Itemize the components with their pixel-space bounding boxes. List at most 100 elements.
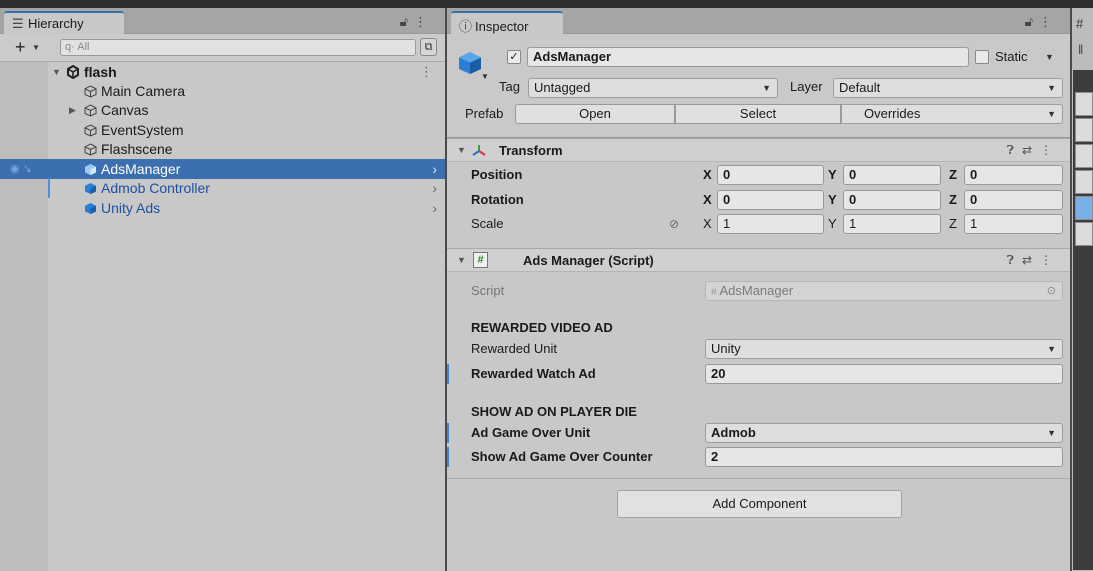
prefab-open-button[interactable]: Open — [515, 104, 675, 124]
modified-marker — [48, 178, 50, 198]
list-item-selected[interactable]: ◉ ↘ AdsManager › — [0, 159, 445, 179]
help-icon[interactable]: ❓︎ — [1007, 253, 1022, 267]
presets-icon[interactable]: ⇄ — [1022, 143, 1040, 157]
lock-icon[interactable]: 🔓︎ — [400, 14, 414, 29]
lock-icon[interactable]: 🔓︎ — [1025, 14, 1039, 29]
tag-dropdown[interactable]: Untagged ▼ — [528, 78, 778, 98]
scale-z-field[interactable]: 1 — [964, 214, 1063, 234]
gameobject-icon — [84, 104, 97, 117]
game-over-counter-field[interactable]: 2 — [705, 447, 1063, 467]
visibility-eye-icon[interactable]: ◉ ↘ — [10, 159, 32, 179]
info-icon: ⓘ — [459, 19, 473, 34]
kebab-menu-icon[interactable]: ⋮ — [420, 62, 433, 82]
expand-arrow-icon[interactable]: ▶ — [69, 100, 76, 120]
gameobject-icon — [84, 85, 97, 98]
game-over-unit-dropdown[interactable]: Admob ▼ — [705, 423, 1063, 443]
scene-tab-icon[interactable]: # — [1076, 16, 1083, 31]
list-icon: ☰ — [12, 16, 24, 31]
chevron-down-icon: ▼ — [762, 83, 771, 93]
axis-y-label[interactable]: Y — [828, 190, 837, 210]
object-header: ▼ ✓ AdsManager Static ▼ Tag Untagged ▼ La… — [447, 34, 1070, 138]
axis-z-label[interactable]: Z — [949, 165, 957, 185]
rotate-tool-button[interactable] — [1075, 144, 1093, 168]
prefab-icon — [85, 164, 96, 175]
axis-x-label[interactable]: X — [703, 190, 712, 210]
rewarded-unit-dropdown[interactable]: Unity ▼ — [705, 339, 1063, 359]
rewarded-unit-label: Rewarded Unit — [471, 341, 557, 356]
prefab-cube-icon[interactable] — [457, 50, 483, 76]
rewarded-watch-field[interactable]: 20 — [705, 364, 1063, 384]
chevron-down-icon[interactable]: ▼ — [32, 43, 40, 52]
prefab-overrides-dropdown[interactable]: Overrides ▼ — [841, 104, 1063, 124]
hierarchy-search-input[interactable]: q· All — [60, 39, 416, 56]
tab-hierarchy[interactable]: ☰ Hierarchy — [4, 11, 124, 35]
scale-y-field[interactable]: 1 — [843, 214, 941, 234]
scene-view-panel: # ‖ — [1072, 8, 1093, 571]
rotation-z-field[interactable]: 0 — [964, 190, 1063, 210]
component-divider — [447, 478, 1070, 479]
object-name-field[interactable]: AdsManager — [527, 47, 969, 67]
hierarchy-toolbar: + ▼ q· All ⧉ — [0, 34, 445, 62]
chevron-right-icon[interactable]: › — [432, 178, 437, 198]
axis-z-label[interactable]: Z — [949, 190, 957, 210]
script-component-header[interactable]: ▼ # Ads Manager (Script) ❓︎⇄⋮ — [447, 248, 1070, 272]
kebab-menu-icon[interactable]: ⋮ — [414, 14, 433, 29]
hand-tool-button[interactable] — [1075, 92, 1093, 116]
axis-x-label[interactable]: X — [703, 165, 712, 185]
axis-z-label[interactable]: Z — [949, 214, 957, 234]
foldout-arrow-icon[interactable]: ▼ — [457, 255, 466, 265]
toolbar-handle-icon[interactable]: ‖ — [1078, 42, 1083, 57]
chevron-right-icon[interactable]: › — [432, 198, 437, 218]
static-checkbox[interactable] — [975, 50, 989, 64]
search-options-icon[interactable]: ⧉ — [420, 38, 437, 56]
link-scale-icon[interactable]: ⊘ — [669, 214, 679, 234]
scene-name: flash — [84, 64, 117, 80]
tab-inspector[interactable]: ⓘ Inspector — [451, 11, 563, 35]
position-x-field[interactable]: 0 — [717, 165, 824, 185]
move-tool-button[interactable] — [1075, 118, 1093, 142]
rotation-y-field[interactable]: 0 — [843, 190, 941, 210]
section-header-rewarded: REWARDED VIDEO AD — [471, 320, 613, 335]
axis-x-label[interactable]: X — [703, 214, 712, 234]
chevron-down-icon[interactable]: ▼ — [481, 72, 489, 81]
kebab-menu-icon[interactable]: ⋮ — [1040, 143, 1060, 157]
presets-icon[interactable]: ⇄ — [1022, 253, 1040, 267]
add-object-button[interactable]: + — [15, 37, 26, 58]
help-icon[interactable]: ❓︎ — [1007, 143, 1022, 157]
list-item[interactable]: ▶ Canvas — [0, 100, 445, 120]
inspector-tab-tools: 🔓︎⋮ — [1025, 14, 1058, 30]
position-z-field[interactable]: 0 — [964, 165, 1063, 185]
scale-x-field[interactable]: 1 — [717, 214, 824, 234]
list-item[interactable]: Unity Ads › — [0, 198, 445, 218]
kebab-menu-icon[interactable]: ⋮ — [1040, 253, 1060, 267]
layer-dropdown[interactable]: Default ▼ — [833, 78, 1063, 98]
axis-y-label[interactable]: Y — [828, 165, 837, 185]
prefab-select-button[interactable]: Select — [675, 104, 841, 124]
transform-component-header[interactable]: ▼ Transform ❓︎⇄⋮ — [447, 138, 1070, 162]
list-item[interactable]: Flashscene — [0, 139, 445, 159]
position-y-field[interactable]: 0 — [843, 165, 941, 185]
kebab-menu-icon[interactable]: ⋮ — [1039, 14, 1058, 29]
axis-y-label[interactable]: Y — [828, 214, 837, 234]
prefab-icon — [85, 203, 96, 214]
rewarded-watch-label: Rewarded Watch Ad — [471, 366, 596, 381]
list-item[interactable]: Admob Controller › — [0, 178, 445, 198]
list-item[interactable]: EventSystem — [0, 120, 445, 140]
chevron-down-icon: ▼ — [1047, 83, 1056, 93]
game-over-counter-label: Show Ad Game Over Counter — [471, 449, 653, 464]
inspector-panel: ⓘ Inspector 🔓︎⋮ ▼ ✓ AdsManager Static ▼ T… — [447, 8, 1070, 571]
rect-tool-button[interactable] — [1075, 196, 1093, 220]
tag-label: Tag — [499, 79, 520, 94]
list-item[interactable]: Main Camera — [0, 81, 445, 101]
add-component-button[interactable]: Add Component — [617, 490, 902, 518]
scale-tool-button[interactable] — [1075, 170, 1093, 194]
active-checkbox[interactable]: ✓ — [507, 50, 521, 64]
chevron-down-icon[interactable]: ▼ — [1045, 47, 1054, 67]
script-reference-field: # AdsManager ⊙ — [705, 281, 1063, 301]
foldout-arrow-icon[interactable]: ▼ — [457, 145, 466, 155]
rotation-x-field[interactable]: 0 — [717, 190, 824, 210]
scene-row[interactable]: ▼ flash ⋮ — [0, 62, 445, 82]
transform-tool-button[interactable] — [1075, 222, 1093, 246]
chevron-right-icon[interactable]: › — [432, 159, 437, 179]
expand-arrow-icon[interactable]: ▼ — [52, 62, 61, 82]
